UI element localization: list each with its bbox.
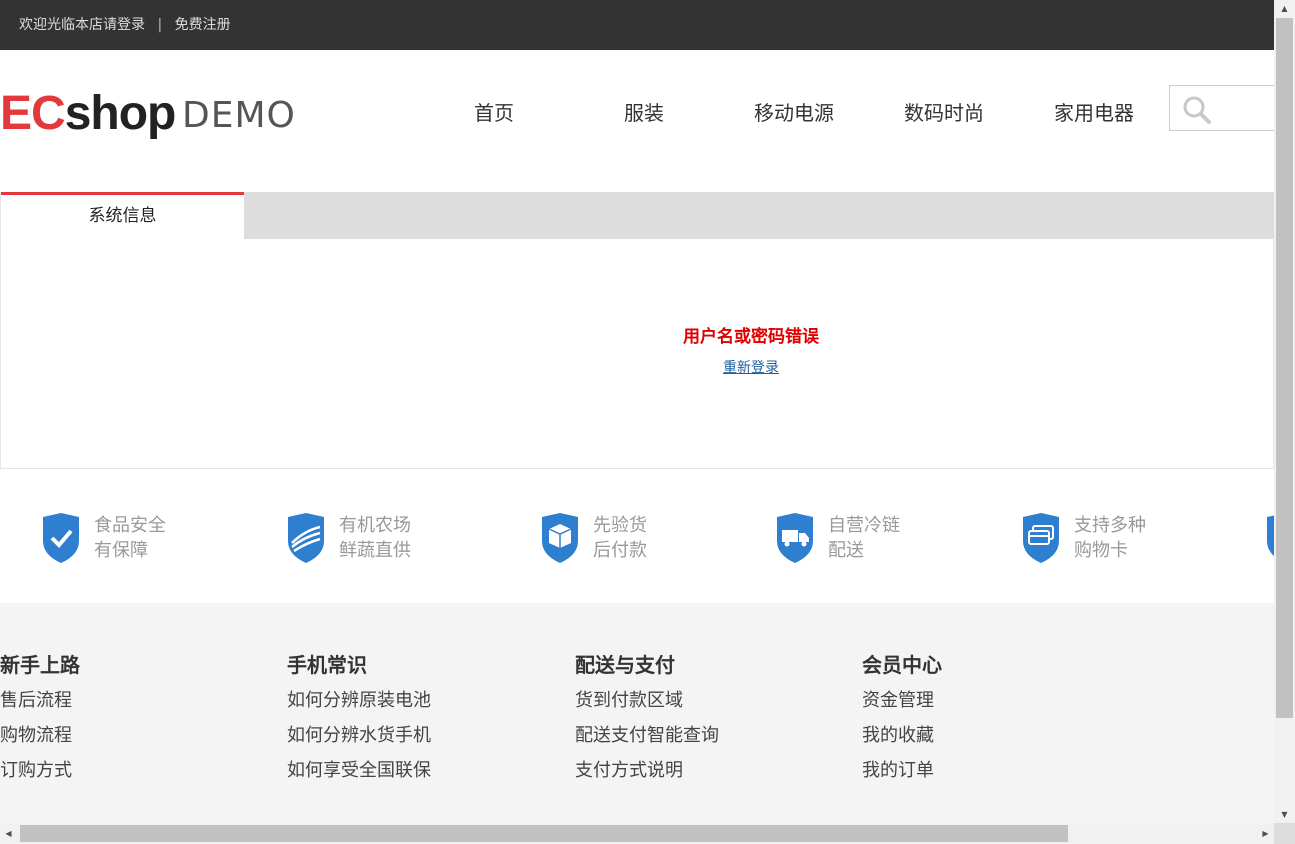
service-guarantees: 食品安全 有保障 有机农场 鲜蔬直供 先验货 后付款 自营冷链 配送 支持多种 … bbox=[0, 469, 1274, 603]
footer-column-title: 新手上路 bbox=[0, 653, 80, 677]
feature-line2: 购物卡 bbox=[1074, 540, 1128, 561]
footer-column-title: 配送与支付 bbox=[575, 653, 675, 677]
footer-link[interactable]: 如何享受全国联保 bbox=[287, 753, 431, 788]
scroll-right-icon[interactable]: ▶ bbox=[1257, 823, 1274, 844]
error-message: 用户名或密码错误 bbox=[683, 327, 819, 347]
nav-item-power-bank[interactable]: 移动电源 bbox=[719, 88, 869, 138]
feature-line1: 食品安全 bbox=[94, 515, 166, 536]
site-header: ECshop DEMO 首页 服装 移动电源 数码时尚 家用电器 bbox=[0, 50, 1274, 191]
site-logo[interactable]: ECshop DEMO bbox=[0, 88, 300, 140]
top-bar: 欢迎光临本店请登录 | 免费注册 bbox=[0, 0, 1274, 50]
nav-item-home[interactable]: 首页 bbox=[419, 88, 569, 138]
footer-column-title: 会员中心 bbox=[862, 653, 942, 677]
register-link[interactable]: 免费注册 bbox=[175, 17, 231, 33]
horizontal-scroll-thumb[interactable] bbox=[20, 825, 1068, 842]
horizontal-scrollbar[interactable]: ◀ ▶ bbox=[0, 823, 1274, 844]
nav-item-clothing[interactable]: 服装 bbox=[569, 88, 719, 138]
check-shield-icon bbox=[43, 513, 79, 563]
system-info-panel: 系统信息 用户名或密码错误 重新登录 bbox=[0, 192, 1274, 469]
shield-icon bbox=[1267, 515, 1274, 557]
feature-line2: 配送 bbox=[828, 540, 864, 561]
footer-link[interactable]: 支付方式说明 bbox=[575, 753, 719, 788]
footer-link[interactable]: 订购方式 bbox=[0, 753, 80, 788]
tab-system-info[interactable]: 系统信息 bbox=[1, 192, 244, 239]
footer-link[interactable]: 货到付款区域 bbox=[575, 683, 719, 718]
feature-line2: 鲜蔬直供 bbox=[339, 540, 411, 561]
feature-line1: 自营冷链 bbox=[828, 515, 900, 536]
footer-column-title: 手机常识 bbox=[287, 653, 367, 677]
nav-item-digital[interactable]: 数码时尚 bbox=[869, 88, 1019, 138]
feature-line1: 先验货 bbox=[593, 515, 647, 536]
feature-line2: 后付款 bbox=[593, 540, 647, 561]
vertical-scroll-thumb[interactable] bbox=[1276, 18, 1293, 718]
relogin-link[interactable]: 重新登录 bbox=[723, 357, 779, 377]
scroll-down-icon[interactable]: ▼ bbox=[1274, 806, 1295, 823]
feature-line2: 有保障 bbox=[94, 540, 148, 561]
footer-column: 手机常识 如何分辨原装电池 如何分辨水货手机 如何享受全国联保 bbox=[287, 651, 431, 788]
search-icon[interactable] bbox=[1182, 95, 1212, 125]
farm-shield-icon bbox=[288, 513, 324, 563]
footer-link[interactable]: 如何分辨水货手机 bbox=[287, 718, 431, 753]
system-message: 用户名或密码错误 重新登录 bbox=[1, 325, 1274, 377]
footer-link[interactable]: 配送支付智能查询 bbox=[575, 718, 719, 753]
footer-column: 配送与支付 货到付款区域 配送支付智能查询 支付方式说明 bbox=[575, 651, 719, 788]
footer-column: 新手上路 售后流程 购物流程 订购方式 bbox=[0, 651, 80, 788]
nav-item-appliances[interactable]: 家用电器 bbox=[1019, 88, 1169, 138]
card-shield-icon bbox=[1023, 513, 1059, 563]
scroll-up-icon[interactable]: ▲ bbox=[1274, 0, 1295, 17]
search-box[interactable] bbox=[1169, 85, 1274, 131]
page-viewport: 欢迎光临本店请登录 | 免费注册 ECshop DEMO 首页 服装 移动电源 … bbox=[0, 0, 1274, 823]
panel-header: 系统信息 bbox=[1, 192, 1274, 239]
truck-shield-icon bbox=[777, 513, 813, 563]
scroll-left-icon[interactable]: ◀ bbox=[0, 823, 17, 844]
feature-line1: 有机农场 bbox=[339, 515, 411, 536]
footer-links: 新手上路 售后流程 购物流程 订购方式 手机常识 如何分辨原装电池 如何分辨水货… bbox=[0, 603, 1274, 823]
footer-link[interactable]: 我的收藏 bbox=[862, 718, 942, 753]
footer-link[interactable]: 我的订单 bbox=[862, 753, 942, 788]
logo-demo: DEMO bbox=[182, 95, 296, 136]
box-shield-icon bbox=[542, 513, 578, 563]
topbar-separator: | bbox=[157, 17, 163, 33]
footer-link[interactable]: 购物流程 bbox=[0, 718, 80, 753]
feature-line1: 支持多种 bbox=[1074, 515, 1146, 536]
footer-column: 会员中心 资金管理 我的收藏 我的订单 bbox=[862, 651, 942, 788]
scrollbar-corner bbox=[1274, 823, 1295, 844]
footer-link[interactable]: 售后流程 bbox=[0, 683, 80, 718]
vertical-scrollbar[interactable]: ▲ ▼ bbox=[1274, 0, 1295, 823]
main-nav: 首页 服装 移动电源 数码时尚 家用电器 bbox=[419, 88, 1169, 138]
footer-link[interactable]: 如何分辨原装电池 bbox=[287, 683, 431, 718]
footer-link[interactable]: 资金管理 bbox=[862, 683, 942, 718]
logo-brand: ECshop bbox=[0, 87, 176, 140]
login-link[interactable]: 欢迎光临本店请登录 bbox=[19, 17, 145, 33]
